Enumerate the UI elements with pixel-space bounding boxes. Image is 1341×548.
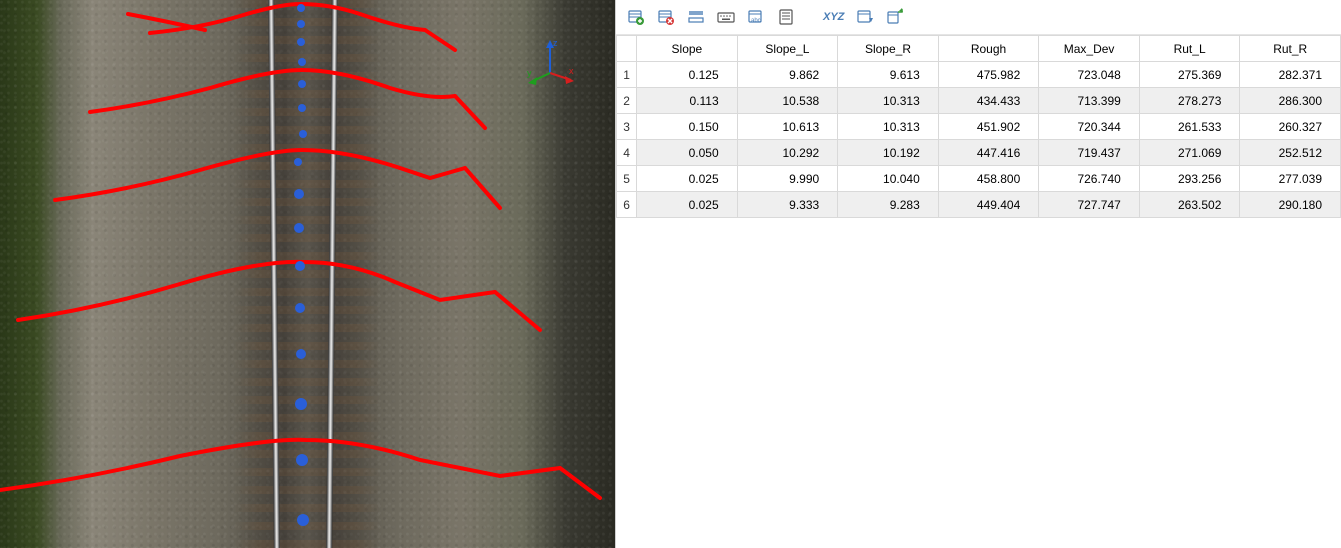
- keyboard-entry-button[interactable]: [714, 6, 738, 28]
- cell[interactable]: 10.292: [737, 140, 838, 166]
- row-number[interactable]: 3: [617, 114, 637, 140]
- cell[interactable]: 447.416: [938, 140, 1039, 166]
- cell[interactable]: 271.069: [1139, 140, 1240, 166]
- cell[interactable]: 723.048: [1039, 62, 1140, 88]
- cell[interactable]: 10.192: [838, 140, 939, 166]
- cell[interactable]: 9.990: [737, 166, 838, 192]
- xyz-label: XYZ: [823, 11, 844, 23]
- cell[interactable]: 726.740: [1039, 166, 1140, 192]
- cell[interactable]: 0.050: [637, 140, 738, 166]
- table-row[interactable]: 40.05010.29210.192447.416719.437271.0692…: [617, 140, 1341, 166]
- header-row: Slope Slope_L Slope_R Rough Max_Dev Rut_…: [617, 36, 1341, 62]
- col-header[interactable]: Rut_R: [1240, 36, 1341, 62]
- cell[interactable]: 293.256: [1139, 166, 1240, 192]
- overlay-annotations: [0, 0, 615, 548]
- svg-text:abc: abc: [751, 18, 761, 24]
- cell[interactable]: 278.273: [1139, 88, 1240, 114]
- cell[interactable]: 286.300: [1240, 88, 1341, 114]
- delete-row-button[interactable]: [654, 6, 678, 28]
- table-row[interactable]: 10.1259.8629.613475.982723.048275.369282…: [617, 62, 1341, 88]
- field-settings-button[interactable]: [853, 6, 877, 28]
- cell[interactable]: 261.533: [1139, 114, 1240, 140]
- center-points: [294, 4, 309, 526]
- export-button[interactable]: [883, 6, 907, 28]
- cell[interactable]: 9.613: [838, 62, 939, 88]
- data-grid[interactable]: Slope Slope_L Slope_R Rough Max_Dev Rut_…: [616, 34, 1341, 548]
- add-row-button[interactable]: [624, 6, 648, 28]
- show-list-button[interactable]: [774, 6, 798, 28]
- cell[interactable]: 10.313: [838, 114, 939, 140]
- cell[interactable]: 727.747: [1039, 192, 1140, 218]
- table-row[interactable]: 60.0259.3339.283449.404727.747263.502290…: [617, 192, 1341, 218]
- cell[interactable]: 282.371: [1240, 62, 1341, 88]
- col-header[interactable]: Slope: [637, 36, 738, 62]
- cell[interactable]: 0.025: [637, 166, 738, 192]
- cell[interactable]: 263.502: [1139, 192, 1240, 218]
- col-header[interactable]: Slope_R: [838, 36, 939, 62]
- col-header[interactable]: Slope_L: [737, 36, 838, 62]
- cell[interactable]: 9.333: [737, 192, 838, 218]
- row-number[interactable]: 1: [617, 62, 637, 88]
- cell[interactable]: 290.180: [1240, 192, 1341, 218]
- axis-label-y: y: [527, 68, 532, 78]
- row-number[interactable]: 2: [617, 88, 637, 114]
- cell[interactable]: 9.862: [737, 62, 838, 88]
- cell[interactable]: 0.113: [637, 88, 738, 114]
- cell[interactable]: 275.369: [1139, 62, 1240, 88]
- cell[interactable]: 10.040: [838, 166, 939, 192]
- corner-cell[interactable]: [617, 36, 637, 62]
- cell[interactable]: 0.150: [637, 114, 738, 140]
- cell[interactable]: 720.344: [1039, 114, 1140, 140]
- cell[interactable]: 277.039: [1240, 166, 1341, 192]
- cell[interactable]: 10.538: [737, 88, 838, 114]
- cell[interactable]: 252.512: [1240, 140, 1341, 166]
- toggle-selection-button[interactable]: [684, 6, 708, 28]
- viewport-3d[interactable]: z x y: [0, 0, 615, 548]
- attribute-panel: abc XYZ Slope Slope_L Slope_R Rough: [615, 0, 1341, 548]
- cell[interactable]: 475.982: [938, 62, 1039, 88]
- cell[interactable]: 0.125: [637, 62, 738, 88]
- cell[interactable]: 260.327: [1240, 114, 1341, 140]
- cell[interactable]: 10.313: [838, 88, 939, 114]
- row-number[interactable]: 5: [617, 166, 637, 192]
- col-header[interactable]: Max_Dev: [1039, 36, 1140, 62]
- table-row[interactable]: 30.15010.61310.313451.902720.344261.5332…: [617, 114, 1341, 140]
- cell[interactable]: 9.283: [838, 192, 939, 218]
- row-number[interactable]: 6: [617, 192, 637, 218]
- rename-field-button[interactable]: abc: [744, 6, 768, 28]
- cell[interactable]: 719.437: [1039, 140, 1140, 166]
- cell[interactable]: 0.025: [637, 192, 738, 218]
- xyz-button[interactable]: XYZ: [820, 6, 847, 28]
- col-header[interactable]: Rut_L: [1139, 36, 1240, 62]
- table-row[interactable]: 20.11310.53810.313434.433713.399278.2732…: [617, 88, 1341, 114]
- table-toolbar: abc XYZ: [616, 0, 1341, 34]
- col-header[interactable]: Rough: [938, 36, 1039, 62]
- axis-label-z: z: [553, 38, 558, 48]
- cell[interactable]: 451.902: [938, 114, 1039, 140]
- cell[interactable]: 434.433: [938, 88, 1039, 114]
- axis-label-x: x: [569, 66, 574, 76]
- profile-lines: [0, 4, 600, 498]
- row-number[interactable]: 4: [617, 140, 637, 166]
- cell[interactable]: 458.800: [938, 166, 1039, 192]
- cell[interactable]: 10.613: [737, 114, 838, 140]
- axis-gizmo[interactable]: z x y: [525, 38, 575, 88]
- cell[interactable]: 449.404: [938, 192, 1039, 218]
- table-row[interactable]: 50.0259.99010.040458.800726.740293.25627…: [617, 166, 1341, 192]
- cell[interactable]: 713.399: [1039, 88, 1140, 114]
